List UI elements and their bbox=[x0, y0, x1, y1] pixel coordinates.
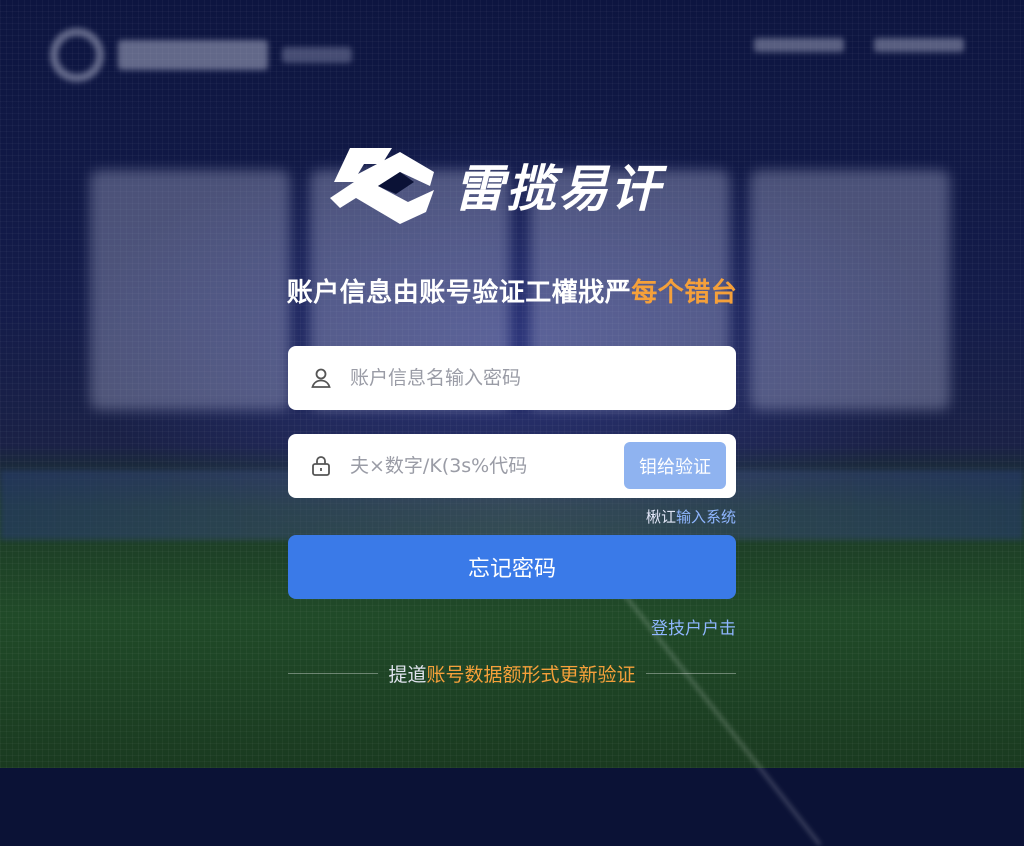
user-icon bbox=[308, 365, 334, 391]
hint-link-text[interactable]: 输入系统 bbox=[676, 508, 736, 526]
footer-accent: 账号数据额形式更新验证 bbox=[426, 663, 636, 686]
divider-left bbox=[288, 672, 379, 674]
lock-icon bbox=[308, 453, 334, 479]
headline-accent: 每个错台 bbox=[631, 278, 738, 308]
hint-prefix: 楸讧 bbox=[645, 508, 676, 526]
hint-link[interactable]: 楸讧输入系统 bbox=[646, 506, 736, 527]
register-link[interactable]: 登技户户击 bbox=[651, 614, 736, 639]
brand-name: 雷揽易讦 bbox=[454, 160, 662, 218]
submit-button[interactable]: 忘记密码 bbox=[288, 535, 736, 599]
code-input[interactable] bbox=[348, 454, 622, 478]
brand: 雷揽易讦 bbox=[330, 142, 662, 228]
headline: 账户信息由账号验证工權戕严每个错台 bbox=[0, 272, 1024, 309]
get-verification-button[interactable]: 钼给验证 bbox=[624, 442, 726, 489]
divider-right bbox=[645, 672, 736, 674]
code-field[interactable]: 钼给验证 bbox=[288, 434, 736, 498]
footer-note: 提道账号数据额形式更新验证 bbox=[288, 660, 736, 686]
username-input[interactable] bbox=[348, 366, 622, 390]
brand-logo-icon bbox=[330, 142, 440, 228]
username-field[interactable] bbox=[288, 346, 736, 410]
background-header bbox=[50, 28, 352, 82]
background-nav bbox=[754, 38, 964, 52]
footer-prefix: 提道 bbox=[388, 663, 427, 686]
headline-main: 账户信息由账号验证工權戕严 bbox=[286, 278, 632, 308]
